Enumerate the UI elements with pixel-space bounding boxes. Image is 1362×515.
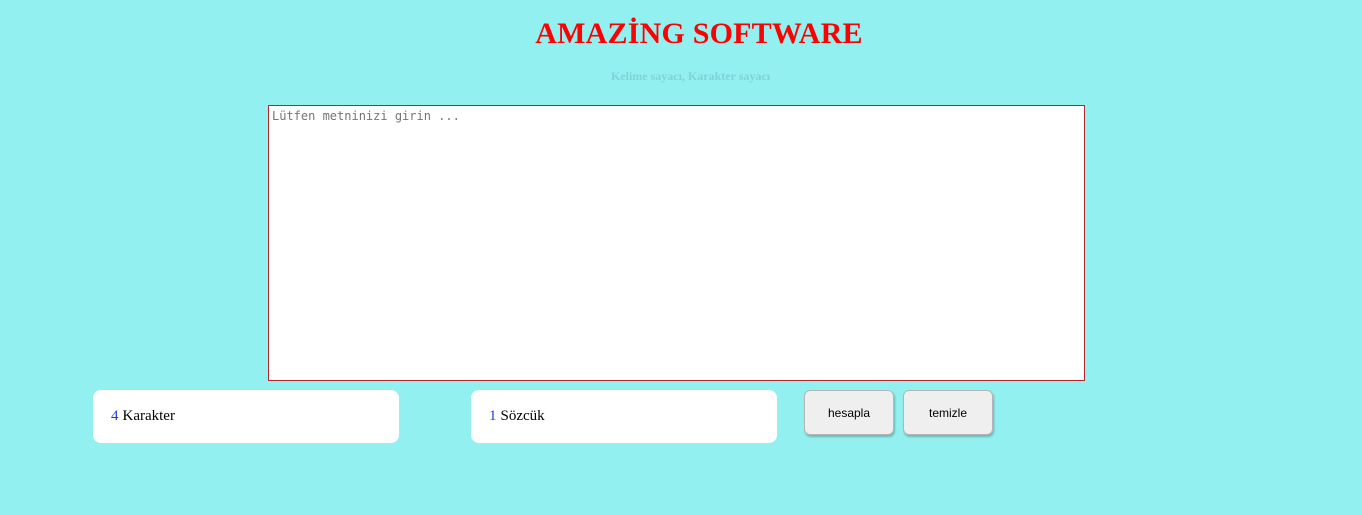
calculate-button[interactable]: hesapla	[804, 390, 894, 435]
text-input[interactable]	[268, 105, 1085, 381]
character-counter: 4 Karakter	[93, 390, 399, 443]
word-count: 1	[489, 408, 497, 424]
character-count-label: Karakter	[122, 408, 175, 424]
word-counter: 1 Sözcük	[471, 390, 777, 443]
clear-button[interactable]: temizle	[903, 390, 993, 435]
page-subtitle: Kelime sayacı, Karakter sayacı	[610, 69, 771, 83]
character-count: 4	[111, 408, 119, 424]
page-title: AMAZİNG SOFTWARE	[535, 17, 863, 50]
word-count-label: Sözcük	[500, 408, 545, 424]
